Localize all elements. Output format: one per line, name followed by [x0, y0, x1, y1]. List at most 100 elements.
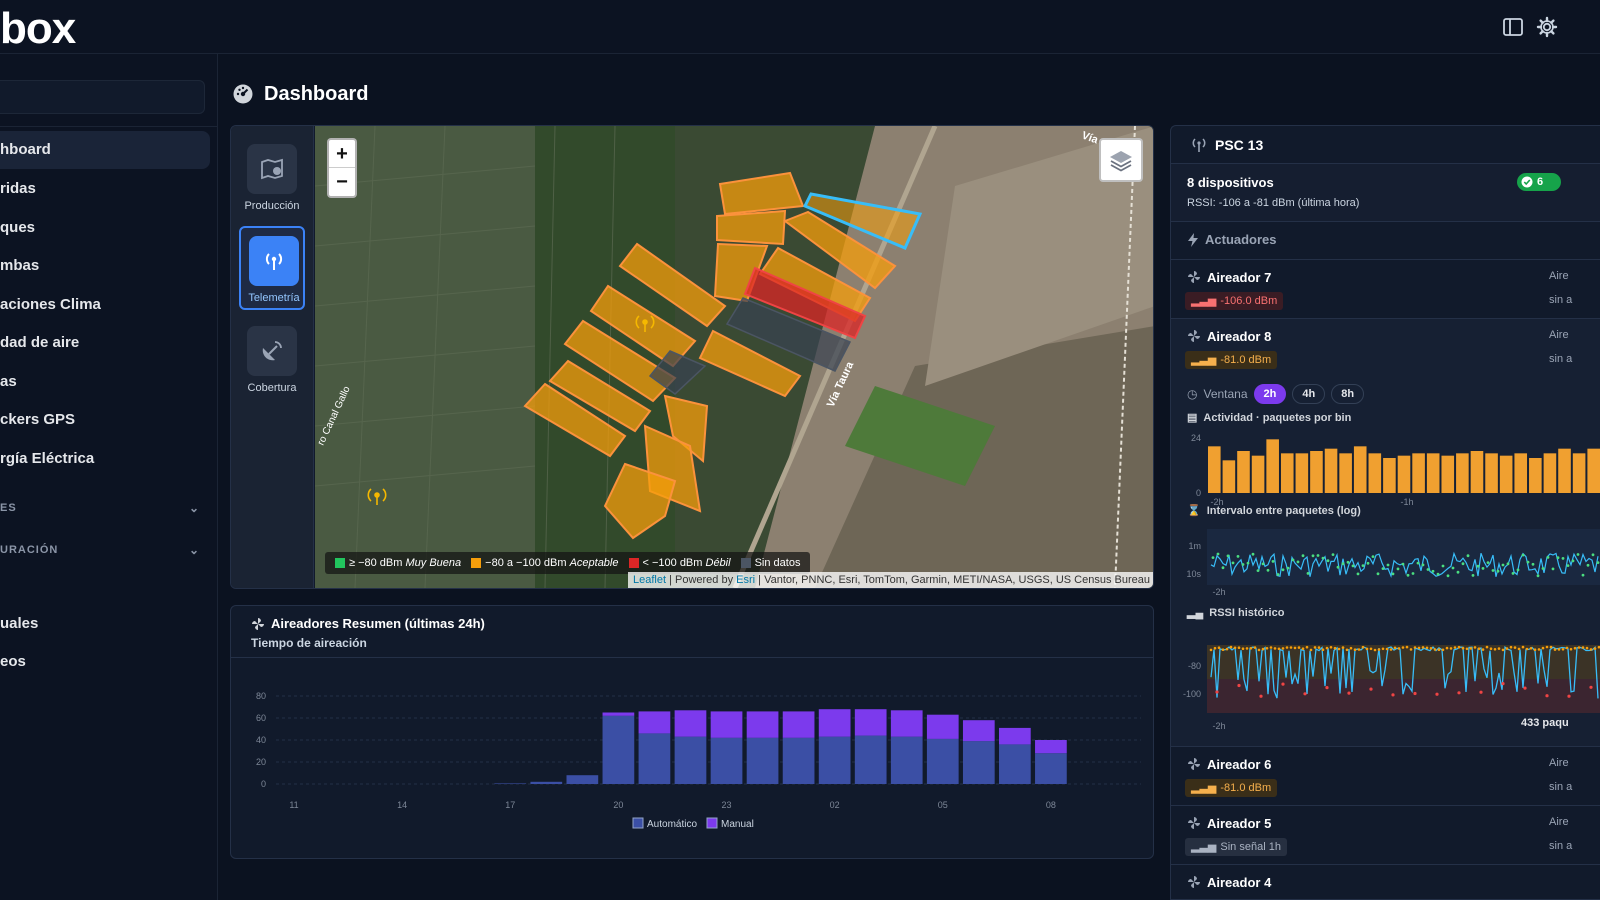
sidebar-item-videos[interactable]: eos [0, 643, 210, 681]
rssi-point [1245, 647, 1249, 650]
sidebar-item-5[interactable]: dad de aire [0, 324, 210, 362]
interval-point [1566, 564, 1570, 567]
interval-point [1276, 573, 1280, 576]
device-row[interactable]: Aireador 4 [1171, 864, 1600, 899]
rssi-point [1425, 646, 1429, 650]
interval-chart-label: ⌛ Intervalo entre paquetes (log) [1187, 504, 1361, 518]
sidebar-section-2[interactable]: URACIÓN ⌄ [0, 540, 200, 560]
legend-quality: Muy Buena [405, 557, 462, 569]
device-row-expanded[interactable]: Aireador 8 ▂▃▅ -81.0 dBm Aire sin a ◷ Ven… [1171, 318, 1600, 746]
fan-icon [1188, 758, 1200, 770]
map-canvas[interactable]: Vía Taura Vía ro Canal Gallo [315, 126, 1154, 588]
sidebar-toggle-icon[interactable] [1502, 16, 1524, 38]
esri-link[interactable]: Esri [736, 574, 755, 586]
window-2h-button[interactable]: 2h [1253, 384, 1287, 404]
chart-bg [1207, 529, 1600, 585]
bar-automatico [962, 741, 995, 784]
tool-produccion[interactable]: Producción [239, 136, 305, 220]
devices-summary: 8 dispositivos RSSI: -106 a -81 dBm (últ… [1171, 164, 1600, 222]
interval-point [1546, 556, 1550, 559]
activity-bar [1383, 458, 1396, 493]
sidebar-item-4[interactable]: aciones Clima [0, 286, 210, 324]
zoom-out-button[interactable]: − [329, 168, 355, 196]
y-tick-label: 80 [256, 691, 266, 701]
interval-point [1461, 562, 1465, 566]
rssi-point [1549, 645, 1553, 649]
sidebar-item-3[interactable]: mbas [0, 247, 210, 285]
sidebar-item-2[interactable]: ques [0, 209, 210, 247]
rssi-point [1345, 648, 1349, 652]
gear-icon[interactable] [1536, 16, 1558, 38]
rssi-point [1565, 646, 1569, 650]
device-row[interactable]: Aireador 5 ▂▃▅ Sin señal 1h Aire sin a [1171, 805, 1600, 864]
interval-point [1321, 556, 1325, 560]
interval-point [1441, 564, 1445, 568]
device-type: Aire [1549, 270, 1569, 282]
rssi-point [1445, 646, 1449, 650]
rssi-point [1545, 645, 1549, 649]
legend-item: Sin datos [740, 557, 800, 569]
app-logo[interactable]: box [0, 4, 76, 54]
rssi-point [1233, 646, 1237, 650]
legend-item: < −100 dBm Débil [628, 557, 731, 569]
sidebar-item-1[interactable]: ridas [0, 170, 210, 208]
rssi-weak-point [1391, 693, 1395, 697]
tool-telemetria[interactable]: Telemetría [239, 226, 305, 310]
activity-bar [1251, 455, 1265, 493]
rssi-point [1377, 648, 1381, 651]
rssi-point [1361, 645, 1365, 649]
interval-point [1396, 567, 1400, 571]
sidebar-item-7[interactable]: ckers GPS [0, 401, 210, 439]
x-tick-label: 17 [505, 800, 515, 810]
sidebar-section-1[interactable]: ES ⌄ [0, 498, 200, 518]
legend-swatch [706, 817, 718, 829]
rssi-point [1577, 646, 1581, 649]
clock-icon: ◷ [1187, 387, 1198, 401]
rssi-badge: ▂▃▅ -81.0 dBm [1185, 779, 1278, 797]
band-red [1207, 679, 1600, 713]
layers-button[interactable] [1099, 138, 1143, 182]
sidebar-item-6[interactable]: as [0, 363, 210, 401]
interval-point [1551, 567, 1555, 571]
device-name: Aireador 5 [1207, 816, 1272, 831]
rssi-weak-point [1413, 691, 1417, 696]
rssi-point [1405, 645, 1409, 649]
window-4h-button[interactable]: 4h [1292, 384, 1326, 404]
interval-point [1346, 560, 1350, 564]
satellite-map[interactable]: Vía Taura Vía ro Canal Gallo + − ≥ −80 d… [315, 126, 1154, 588]
interval-point [1581, 573, 1585, 577]
sidebar-search-input[interactable] [0, 80, 205, 114]
legend-quality: Débil [705, 557, 731, 569]
fan-icon [1188, 271, 1200, 283]
interval-point [1391, 572, 1395, 576]
interval-point [1541, 567, 1545, 570]
check-circle-icon [1521, 176, 1533, 188]
interval-point [1216, 552, 1220, 556]
chevron-down-icon: ⌄ [188, 501, 200, 515]
leaflet-link[interactable]: Leaflet [633, 574, 666, 586]
tool-cobertura[interactable]: Cobertura [239, 318, 305, 402]
x-tick-label: 20 [613, 800, 623, 810]
activity-bar [1353, 446, 1367, 493]
rssi-point [1501, 648, 1505, 652]
hourglass-icon: ⌛ [1187, 505, 1201, 517]
interval-point [1306, 572, 1310, 575]
device-name: Aireador 8 [1207, 329, 1272, 344]
activity-bar [1499, 455, 1513, 493]
device-row[interactable]: Aireador 6 ▂▃▅ -81.0 dBm Aire sin a [1171, 746, 1600, 805]
attribution-text: | Powered by [666, 574, 737, 586]
sidebar-item-8[interactable]: rgía Eléctrica [0, 440, 210, 478]
legend-text: −80 a −100 dBm [485, 557, 567, 569]
map-pin-icon [247, 144, 297, 194]
window-8h-button[interactable]: 8h [1331, 384, 1365, 404]
device-type: Aire [1549, 757, 1569, 769]
legend-item: ≥ −80 dBm Muy Buena [335, 557, 461, 569]
sidebar-item-dashboard[interactable]: hboard [0, 131, 210, 169]
legend-text: < −100 dBm [642, 557, 703, 569]
rssi-point [1417, 646, 1421, 650]
zoom-in-button[interactable]: + [329, 140, 355, 168]
rssi-point [1541, 646, 1545, 650]
device-row[interactable]: Aireador 7 ▂▃▅ -106.0 dBm Aire sin a [1171, 259, 1600, 318]
sidebar-item-manuales[interactable]: uales [0, 605, 210, 643]
interval-point [1471, 574, 1475, 577]
